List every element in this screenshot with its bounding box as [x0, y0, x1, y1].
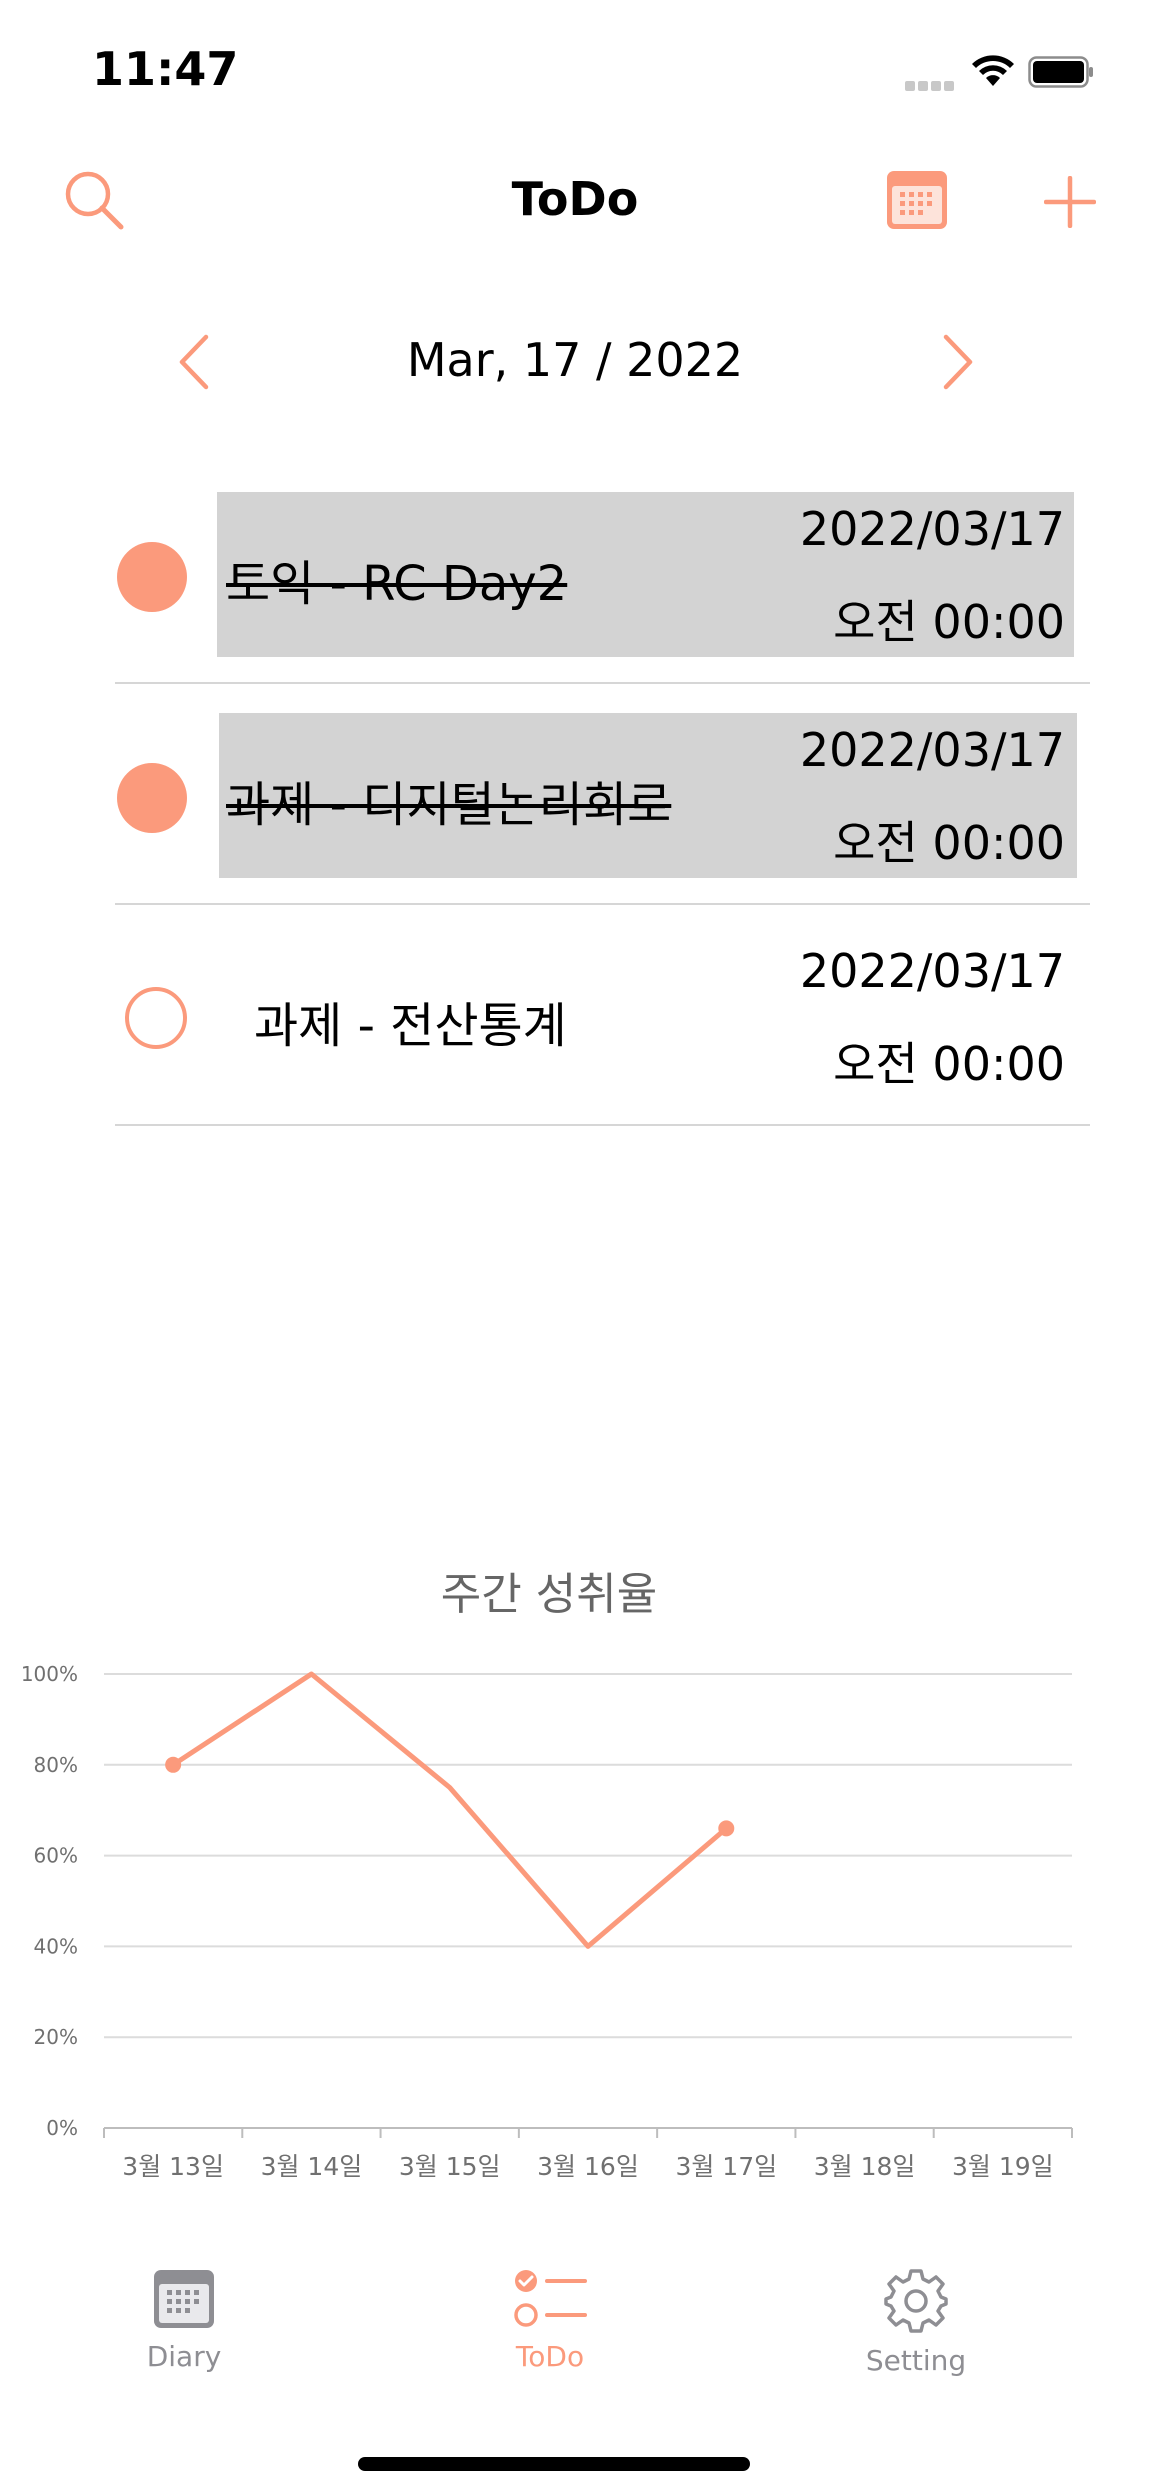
status-time: 11:47 — [92, 42, 239, 96]
weekly-achievement-chart: 0% 20% 40% 60% 80% 100% 3월 13일 3월 14일 3월 15일 3월 1… — [21, 1662, 1073, 2181]
x-tick-label: 3월 13일 — [122, 2152, 224, 2181]
row-divider — [115, 682, 1090, 684]
cellular-signal-icon — [905, 76, 957, 91]
data-point — [165, 1756, 182, 1773]
todo-date: 2022/03/17 — [799, 723, 1065, 777]
chart-title: 주간 성취율 — [440, 1569, 658, 1620]
todo-time: 오전 00:00 — [833, 1037, 1065, 1091]
tab-label: ToDo — [515, 2340, 585, 2373]
series-line — [170, 1671, 729, 1949]
y-tick-label: 20% — [34, 2025, 78, 2049]
todo-row[interactable]: 과제 - 전산통계 2022/03/17 오전 00:00 — [0, 934, 1150, 1156]
x-tick-label: 3월 18일 — [814, 2152, 916, 2181]
todo-time: 오전 00:00 — [833, 816, 1065, 870]
add-todo-button[interactable] — [1044, 176, 1096, 228]
x-tick-label: 3월 19일 — [952, 2152, 1054, 2181]
completed-check-icon[interactable] — [117, 763, 187, 833]
todo-date: 2022/03/17 — [799, 502, 1065, 556]
row-divider — [115, 1124, 1090, 1126]
todo-title: 과제 - 디지털논리회로 — [226, 777, 672, 833]
page-title: ToDo — [511, 172, 639, 226]
row-divider — [115, 903, 1090, 905]
current-date: Mar, 17 / 2022 — [406, 333, 744, 387]
tab-label: Setting — [865, 2344, 967, 2377]
calendar-icon — [154, 2270, 214, 2328]
data-point — [718, 1820, 735, 1837]
todo-title: 토익 - RC Day2 — [226, 556, 568, 612]
calendar-button[interactable] — [886, 170, 948, 230]
battery-icon — [1028, 56, 1093, 88]
todo-time: 오전 00:00 — [833, 595, 1065, 649]
completed-check-icon[interactable] — [117, 542, 187, 612]
checklist-icon — [514, 2270, 587, 2327]
x-tick-label: 3월 15일 — [399, 2152, 501, 2181]
y-tick-label: 80% — [34, 1753, 78, 1777]
todo-date: 2022/03/17 — [799, 944, 1065, 998]
wifi-icon — [972, 55, 1014, 86]
y-tick-label: 60% — [34, 1844, 78, 1868]
tab-label: Diary — [146, 2340, 222, 2373]
tab-todo[interactable]: ToDo — [450, 2268, 650, 2373]
todo-row[interactable]: 토익 - RC Day2 2022/03/17 오전 00:00 — [0, 492, 1150, 714]
y-tick-label: 40% — [34, 1934, 78, 1958]
home-indicator — [358, 2457, 750, 2471]
todo-row[interactable]: 과제 - 디지털논리회로 2022/03/17 오전 00:00 — [0, 713, 1150, 935]
x-tick-label: 3월 16일 — [537, 2152, 639, 2181]
y-tick-label: 0% — [46, 2116, 78, 2140]
tab-diary[interactable]: Diary — [84, 2268, 284, 2373]
todo-title: 과제 - 전산통계 — [254, 998, 567, 1054]
gear-icon — [884, 2269, 948, 2333]
tab-setting[interactable]: Setting — [816, 2268, 1016, 2377]
incomplete-check-icon[interactable] — [125, 987, 187, 1049]
y-tick-label: 100% — [21, 1662, 78, 1686]
next-day-button[interactable] — [942, 334, 974, 390]
x-tick-label: 3월 17일 — [675, 2152, 777, 2181]
x-tick-label: 3월 14일 — [261, 2152, 363, 2181]
